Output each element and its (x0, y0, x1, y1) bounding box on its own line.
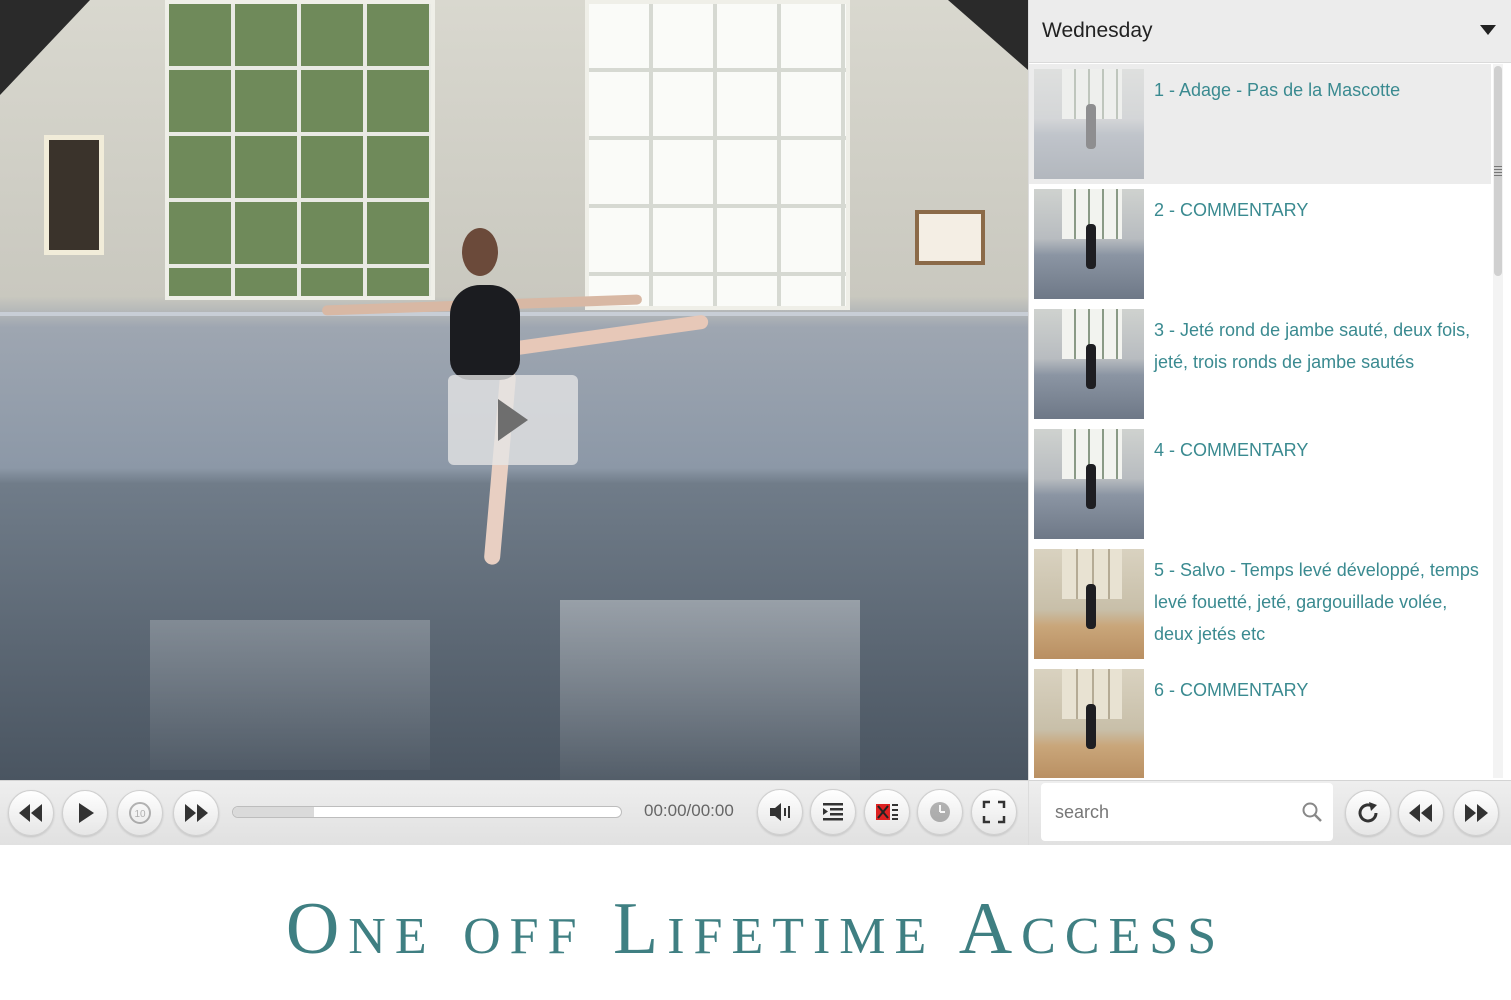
big-play-button[interactable] (448, 375, 578, 465)
playlist-icon (823, 803, 843, 821)
replay-10-icon: 10 (129, 802, 151, 824)
playlist-toolbar (1029, 780, 1511, 845)
rewind-button[interactable] (8, 790, 54, 836)
playlist-item-6[interactable]: 6 - COMMENTARY (1029, 664, 1491, 778)
play-icon (79, 803, 94, 823)
fullscreen-icon (982, 800, 1006, 824)
roof-beam-right (948, 0, 1028, 70)
seek-bar[interactable] (232, 806, 622, 818)
refresh-icon (1358, 802, 1378, 823)
rewind-icon (19, 804, 42, 822)
clock-button[interactable] (917, 789, 963, 835)
playlist-item-1[interactable]: 1 - Adage - Pas de la Mascotte (1029, 64, 1491, 184)
search-box (1041, 783, 1333, 841)
playlist-scrollbar[interactable] (1493, 64, 1503, 778)
playlist-dropdown[interactable]: Wednesday (1029, 0, 1511, 63)
studio-window-right (585, 0, 850, 310)
dancer-body (450, 285, 520, 380)
fullscreen-button[interactable] (971, 789, 1017, 835)
playlist-items: 1 - Adage - Pas de la Mascotte 2 - COMME… (1029, 64, 1491, 778)
playlist-item-2[interactable]: 2 - COMMENTARY (1029, 184, 1491, 304)
promo-banner: One off Lifetime Access (0, 845, 1511, 1000)
reload-button[interactable] (1345, 790, 1391, 836)
banner-text: One off Lifetime Access (285, 888, 1226, 970)
fast-forward-button[interactable] (173, 790, 219, 836)
playlist-item-3[interactable]: 3 - Jeté rond de jambe sauté, deux fois,… (1029, 304, 1491, 424)
dancer-head (462, 228, 498, 276)
playlist-item-label: 6 - COMMENTARY (1154, 680, 1309, 700)
video-thumbnail (1034, 429, 1144, 539)
seek-bar-buffered (233, 807, 315, 817)
wall-scroll (44, 135, 104, 255)
playlist-title: Wednesday (1042, 19, 1153, 42)
replay-10-label: 10 (134, 809, 146, 820)
wall-picture (915, 210, 985, 265)
next-icon (1465, 804, 1488, 822)
playlist-item-label: 3 - Jeté rond de jambe sauté, deux fois,… (1154, 320, 1471, 372)
playlist-item-label: 2 - COMMENTARY (1154, 200, 1309, 220)
video-thumbnail (1034, 69, 1144, 179)
previous-track-button[interactable] (1398, 790, 1444, 836)
video-thumbnail (1034, 549, 1144, 659)
playlist-item-label: 4 - COMMENTARY (1154, 440, 1309, 460)
roof-beam-left (0, 0, 90, 95)
scrollbar-grip-icon (1494, 166, 1502, 176)
floor-reflection (150, 620, 430, 770)
floor-reflection (560, 600, 860, 780)
time-display: 00:00/00:00 (644, 801, 734, 820)
captions-off-icon (876, 804, 898, 820)
video-thumbnail (1034, 669, 1144, 778)
search-icon[interactable] (1301, 801, 1323, 823)
playlist-panel: Wednesday 1 - Adage - Pas de la Mascotte… (1028, 0, 1511, 845)
playlist-item-label: 1 - Adage - Pas de la Mascotte (1154, 80, 1401, 100)
playlist-item-5[interactable]: 5 - Salvo - Temps levé développé, temps … (1029, 544, 1491, 664)
studio-window-left (165, 0, 435, 300)
playlist-toggle-button[interactable] (810, 789, 856, 835)
video-thumbnail (1034, 189, 1144, 299)
play-icon (498, 399, 528, 441)
caret-down-icon (1480, 25, 1496, 35)
search-input[interactable] (1055, 797, 1295, 827)
captions-button[interactable] (864, 789, 910, 835)
play-button[interactable] (62, 790, 108, 836)
playlist-item-label: 5 - Salvo - Temps levé développé, temps … (1154, 560, 1479, 644)
playlist-item-4[interactable]: 4 - COMMENTARY (1029, 424, 1491, 544)
dancer-raised-leg (509, 314, 710, 356)
volume-icon (770, 803, 790, 821)
video-thumbnail (1034, 309, 1144, 419)
volume-button[interactable] (757, 789, 803, 835)
replay-10-button[interactable]: 10 (117, 790, 163, 836)
fast-forward-icon (185, 804, 208, 822)
next-track-button[interactable] (1453, 790, 1499, 836)
previous-icon (1409, 804, 1432, 822)
clock-icon (930, 802, 950, 822)
video-frame[interactable] (0, 0, 1028, 780)
